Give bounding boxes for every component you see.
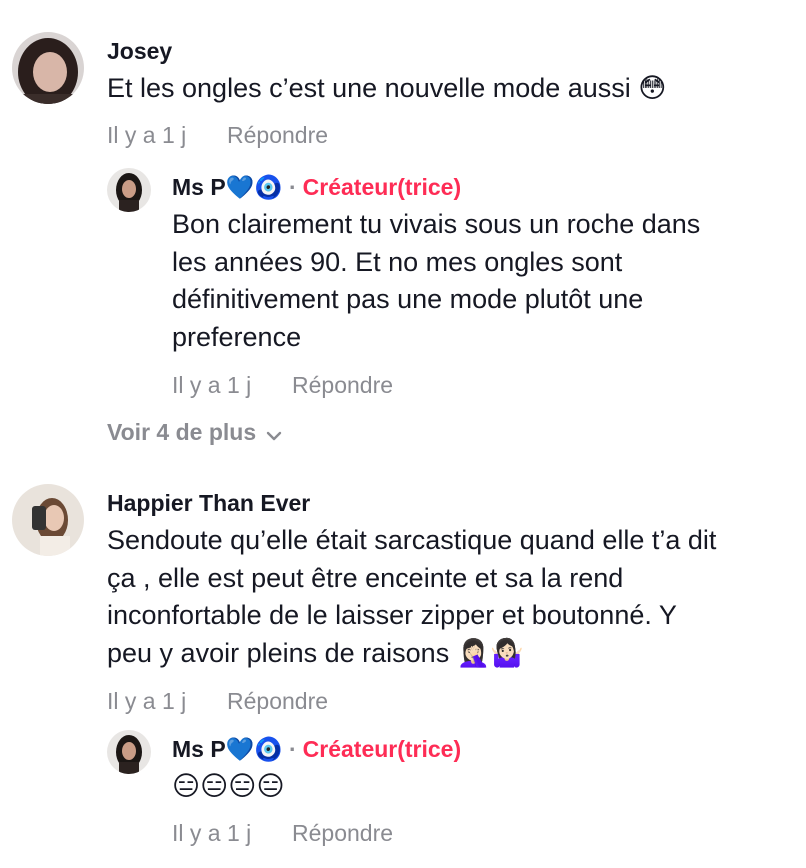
timestamp: Il y a 1 j (107, 688, 187, 714)
avatar[interactable] (12, 484, 84, 556)
reply-author: Ms P💙🧿 · Créateur(trice) (172, 736, 461, 763)
creator-badge: Créateur(trice) (302, 174, 462, 200)
comment-meta: Il y a 1 j Répondre (172, 820, 393, 847)
reply-author: Ms P💙🧿 · Créateur(trice) (172, 174, 461, 201)
comment-meta: Il y a 1 j Répondre (172, 372, 393, 399)
separator-dot: · (288, 174, 297, 200)
reply-button[interactable]: Répondre (227, 122, 328, 148)
avatar[interactable] (107, 730, 151, 774)
view-more-label: Voir 4 de plus (107, 419, 257, 445)
comment-meta: Il y a 1 j Répondre (107, 122, 328, 149)
comment-text: Bon clairement tu vivais sous un roche d… (172, 209, 701, 352)
chevron-down-icon (266, 420, 282, 447)
username[interactable]: Ms P💙🧿 (172, 174, 283, 200)
avatar[interactable] (12, 32, 84, 104)
timestamp: Il y a 1 j (172, 820, 252, 846)
reply-button[interactable]: Répondre (292, 372, 393, 398)
reply-button[interactable]: Répondre (227, 688, 328, 714)
username[interactable]: Josey (107, 38, 172, 65)
creator-badge: Créateur(trice) (302, 736, 462, 762)
reply-button[interactable]: Répondre (292, 820, 393, 846)
view-more-replies-button[interactable]: Voir 4 de plus (107, 419, 282, 447)
username[interactable]: Happier Than Ever (107, 490, 310, 517)
timestamp: Il y a 1 j (172, 372, 252, 398)
comment-meta: Il y a 1 j Répondre (107, 688, 328, 715)
comment-text: Sendoute qu’elle était sarcastique quand… (107, 525, 717, 668)
timestamp: Il y a 1 j (107, 122, 187, 148)
comment-text: 😑😑😑😑 (172, 771, 285, 801)
avatar[interactable] (107, 168, 151, 212)
separator-dot: · (288, 736, 297, 762)
comment-text: Et les ongles c’est une nouvelle mode au… (107, 73, 667, 103)
username[interactable]: Ms P💙🧿 (172, 736, 283, 762)
